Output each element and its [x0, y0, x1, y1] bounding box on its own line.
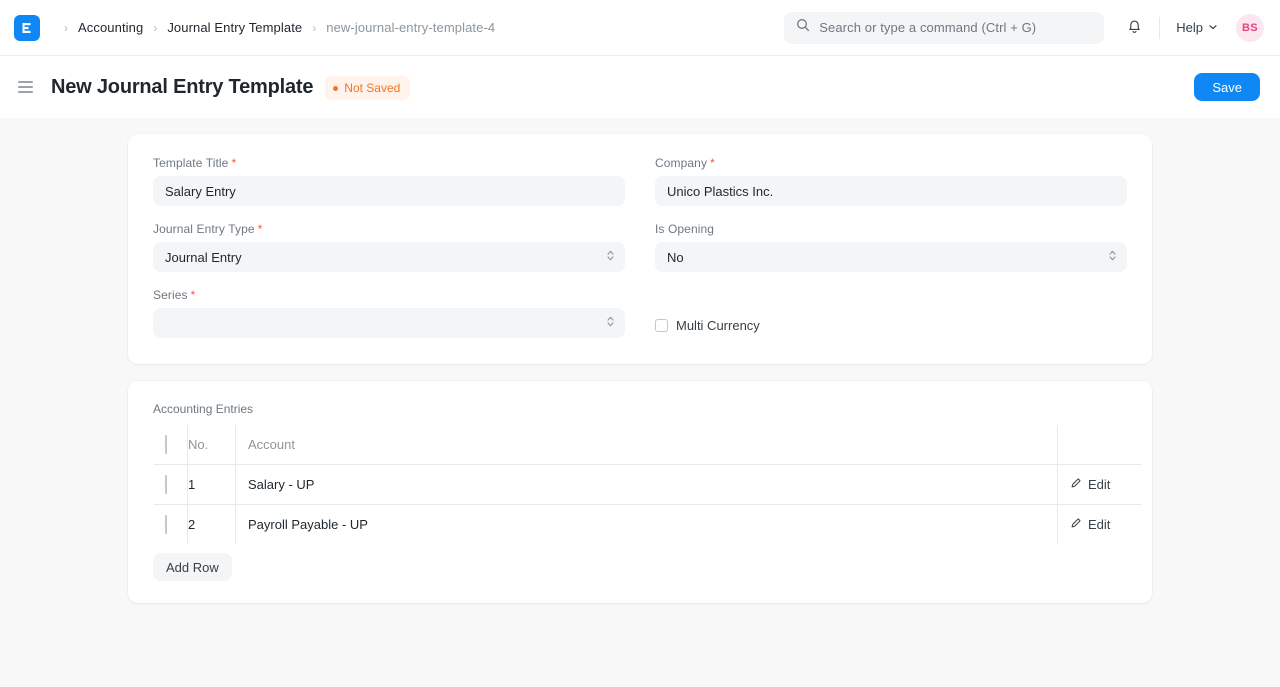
- journal-entry-type-select[interactable]: Journal Entry: [153, 242, 625, 272]
- pencil-icon: [1070, 477, 1082, 492]
- details-card: Template Title* Salary Entry Company* Un…: [128, 134, 1152, 364]
- breadcrumb-item-current: new-journal-entry-template-4: [326, 20, 495, 35]
- page-header: New Journal Entry Template Not Saved Sav…: [0, 56, 1280, 118]
- form-container: Template Title* Salary Entry Company* Un…: [128, 134, 1152, 603]
- company-input[interactable]: Unico Plastics Inc.: [655, 176, 1127, 206]
- field-label: Is Opening: [655, 222, 1127, 236]
- add-row-button[interactable]: Add Row: [153, 553, 232, 581]
- required-asterisk: *: [710, 156, 715, 170]
- accounting-entries-table: No. Account 1 Salary - UP: [153, 424, 1142, 545]
- breadcrumb: › Accounting › Journal Entry Template › …: [54, 20, 495, 35]
- page-title: New Journal Entry Template: [51, 76, 313, 99]
- breadcrumb-item-journal-entry-template[interactable]: Journal Entry Template: [167, 20, 302, 35]
- help-label: Help: [1176, 20, 1203, 35]
- edit-label: Edit: [1088, 477, 1110, 492]
- avatar[interactable]: BS: [1236, 14, 1264, 42]
- search-input[interactable]: Search or type a command (Ctrl + G): [784, 12, 1104, 44]
- row-checkbox-cell[interactable]: [154, 505, 188, 545]
- breadcrumb-separator: ›: [312, 21, 316, 35]
- field-label: Template Title*: [153, 156, 625, 170]
- breadcrumb-separator: ›: [64, 21, 68, 35]
- field-template-title: Template Title* Salary Entry: [153, 156, 625, 206]
- table-row[interactable]: 2 Payroll Payable - UP Edit: [154, 505, 1142, 545]
- select-all-checkbox-cell[interactable]: [154, 425, 188, 465]
- column-header-actions: [1058, 425, 1142, 465]
- hamburger-menu-icon[interactable]: [16, 79, 35, 95]
- form-grid: Template Title* Salary Entry Company* Un…: [153, 156, 1127, 338]
- search-placeholder: Search or type a command (Ctrl + G): [819, 20, 1036, 35]
- edit-row-button[interactable]: Edit: [1070, 477, 1110, 492]
- breadcrumb-separator: ›: [153, 21, 157, 35]
- row-edit-cell[interactable]: Edit: [1058, 505, 1142, 545]
- field-label: Series*: [153, 288, 625, 302]
- field-label: Journal Entry Type*: [153, 222, 625, 236]
- column-header-account: Account: [236, 425, 1058, 465]
- status-badge-label: Not Saved: [344, 81, 400, 95]
- journal-entry-type-value: Journal Entry: [165, 250, 242, 265]
- required-asterisk: *: [258, 222, 263, 236]
- top-navbar: › Accounting › Journal Entry Template › …: [0, 0, 1280, 56]
- column-header-no: No.: [188, 425, 236, 465]
- checkbox-box-icon: [165, 435, 167, 454]
- label-text: Company: [655, 156, 707, 170]
- page-body: Template Title* Salary Entry Company* Un…: [0, 118, 1280, 687]
- field-company: Company* Unico Plastics Inc.: [655, 156, 1127, 206]
- field-series: Series*: [153, 288, 625, 338]
- required-asterisk: *: [231, 156, 236, 170]
- label-text: Is Opening: [655, 222, 714, 236]
- help-menu[interactable]: Help: [1176, 20, 1218, 35]
- label-text: Journal Entry Type: [153, 222, 255, 236]
- stepper-updown-icon: [606, 249, 615, 266]
- is-opening-value: No: [667, 250, 684, 265]
- stepper-updown-icon: [606, 315, 615, 332]
- multi-currency-checkbox[interactable]: Multi Currency: [655, 312, 1127, 338]
- table-header-row: No. Account: [154, 425, 1142, 465]
- status-dot-icon: [333, 86, 338, 91]
- edit-label: Edit: [1088, 517, 1110, 532]
- erpnext-logo-icon[interactable]: [14, 15, 40, 41]
- search-icon: [796, 18, 810, 37]
- row-checkbox-cell[interactable]: [154, 465, 188, 505]
- breadcrumb-item-accounting[interactable]: Accounting: [78, 20, 143, 35]
- template-title-input[interactable]: Salary Entry: [153, 176, 625, 206]
- row-account[interactable]: Salary - UP: [236, 465, 1058, 505]
- is-opening-select[interactable]: No: [655, 242, 1127, 272]
- pencil-icon: [1070, 517, 1082, 532]
- chevron-down-icon: [1208, 20, 1218, 35]
- checkbox-box-icon: [165, 475, 167, 494]
- label-text: Series: [153, 288, 188, 302]
- row-account[interactable]: Payroll Payable - UP: [236, 505, 1058, 545]
- checkbox-box-icon: [165, 515, 167, 534]
- multi-currency-label: Multi Currency: [676, 318, 760, 333]
- checkbox-box-icon: [655, 319, 668, 332]
- edit-row-button[interactable]: Edit: [1070, 517, 1110, 532]
- field-label: Company*: [655, 156, 1127, 170]
- accounting-entries-card: Accounting Entries No. Account: [128, 381, 1152, 603]
- row-number: 2: [188, 505, 236, 545]
- bell-icon[interactable]: [1126, 19, 1143, 36]
- navbar-right-controls: Search or type a command (Ctrl + G) Help…: [784, 0, 1264, 55]
- field-is-opening: Is Opening No: [655, 222, 1127, 272]
- field-journal-entry-type: Journal Entry Type* Journal Entry: [153, 222, 625, 272]
- stepper-updown-icon: [1108, 249, 1117, 266]
- navbar-divider: [1159, 17, 1160, 39]
- accounting-entries-label: Accounting Entries: [153, 402, 1127, 416]
- label-text: Template Title: [153, 156, 228, 170]
- table-row[interactable]: 1 Salary - UP Edit: [154, 465, 1142, 505]
- row-number: 1: [188, 465, 236, 505]
- series-select[interactable]: [153, 308, 625, 338]
- status-badge: Not Saved: [325, 76, 410, 100]
- save-button[interactable]: Save: [1194, 73, 1260, 101]
- row-edit-cell[interactable]: Edit: [1058, 465, 1142, 505]
- required-asterisk: *: [191, 288, 196, 302]
